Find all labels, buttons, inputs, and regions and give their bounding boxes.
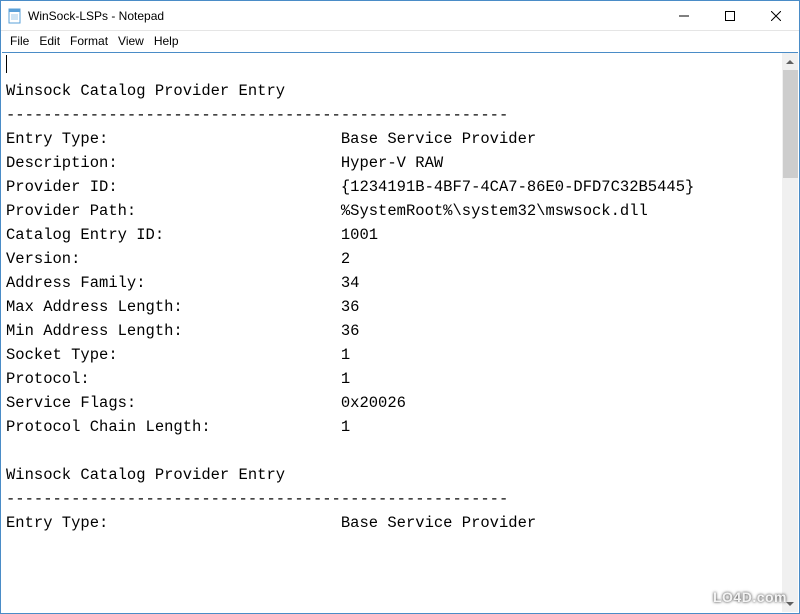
titlebar[interactable]: WinSock-LSPs - Notepad xyxy=(1,1,799,31)
menu-format[interactable]: Format xyxy=(65,33,113,49)
menu-file[interactable]: File xyxy=(5,33,34,49)
maximize-button[interactable] xyxy=(707,1,753,30)
vertical-scrollbar[interactable] xyxy=(781,53,798,612)
scroll-down-arrow[interactable] xyxy=(782,595,798,612)
text-caret xyxy=(6,55,7,73)
window-controls xyxy=(661,1,799,30)
window-title: WinSock-LSPs - Notepad xyxy=(28,9,661,23)
notepad-icon xyxy=(7,8,23,24)
menu-view[interactable]: View xyxy=(113,33,149,49)
text-editor[interactable]: Winsock Catalog Provider Entry ---------… xyxy=(2,53,798,612)
close-button[interactable] xyxy=(753,1,799,30)
menu-edit[interactable]: Edit xyxy=(34,33,65,49)
minimize-button[interactable] xyxy=(661,1,707,30)
scroll-up-arrow[interactable] xyxy=(782,53,798,70)
editor-wrapper: Winsock Catalog Provider Entry ---------… xyxy=(2,52,798,612)
scroll-thumb[interactable] xyxy=(783,70,798,178)
menubar: File Edit Format View Help xyxy=(1,31,799,51)
menu-help[interactable]: Help xyxy=(149,33,184,49)
